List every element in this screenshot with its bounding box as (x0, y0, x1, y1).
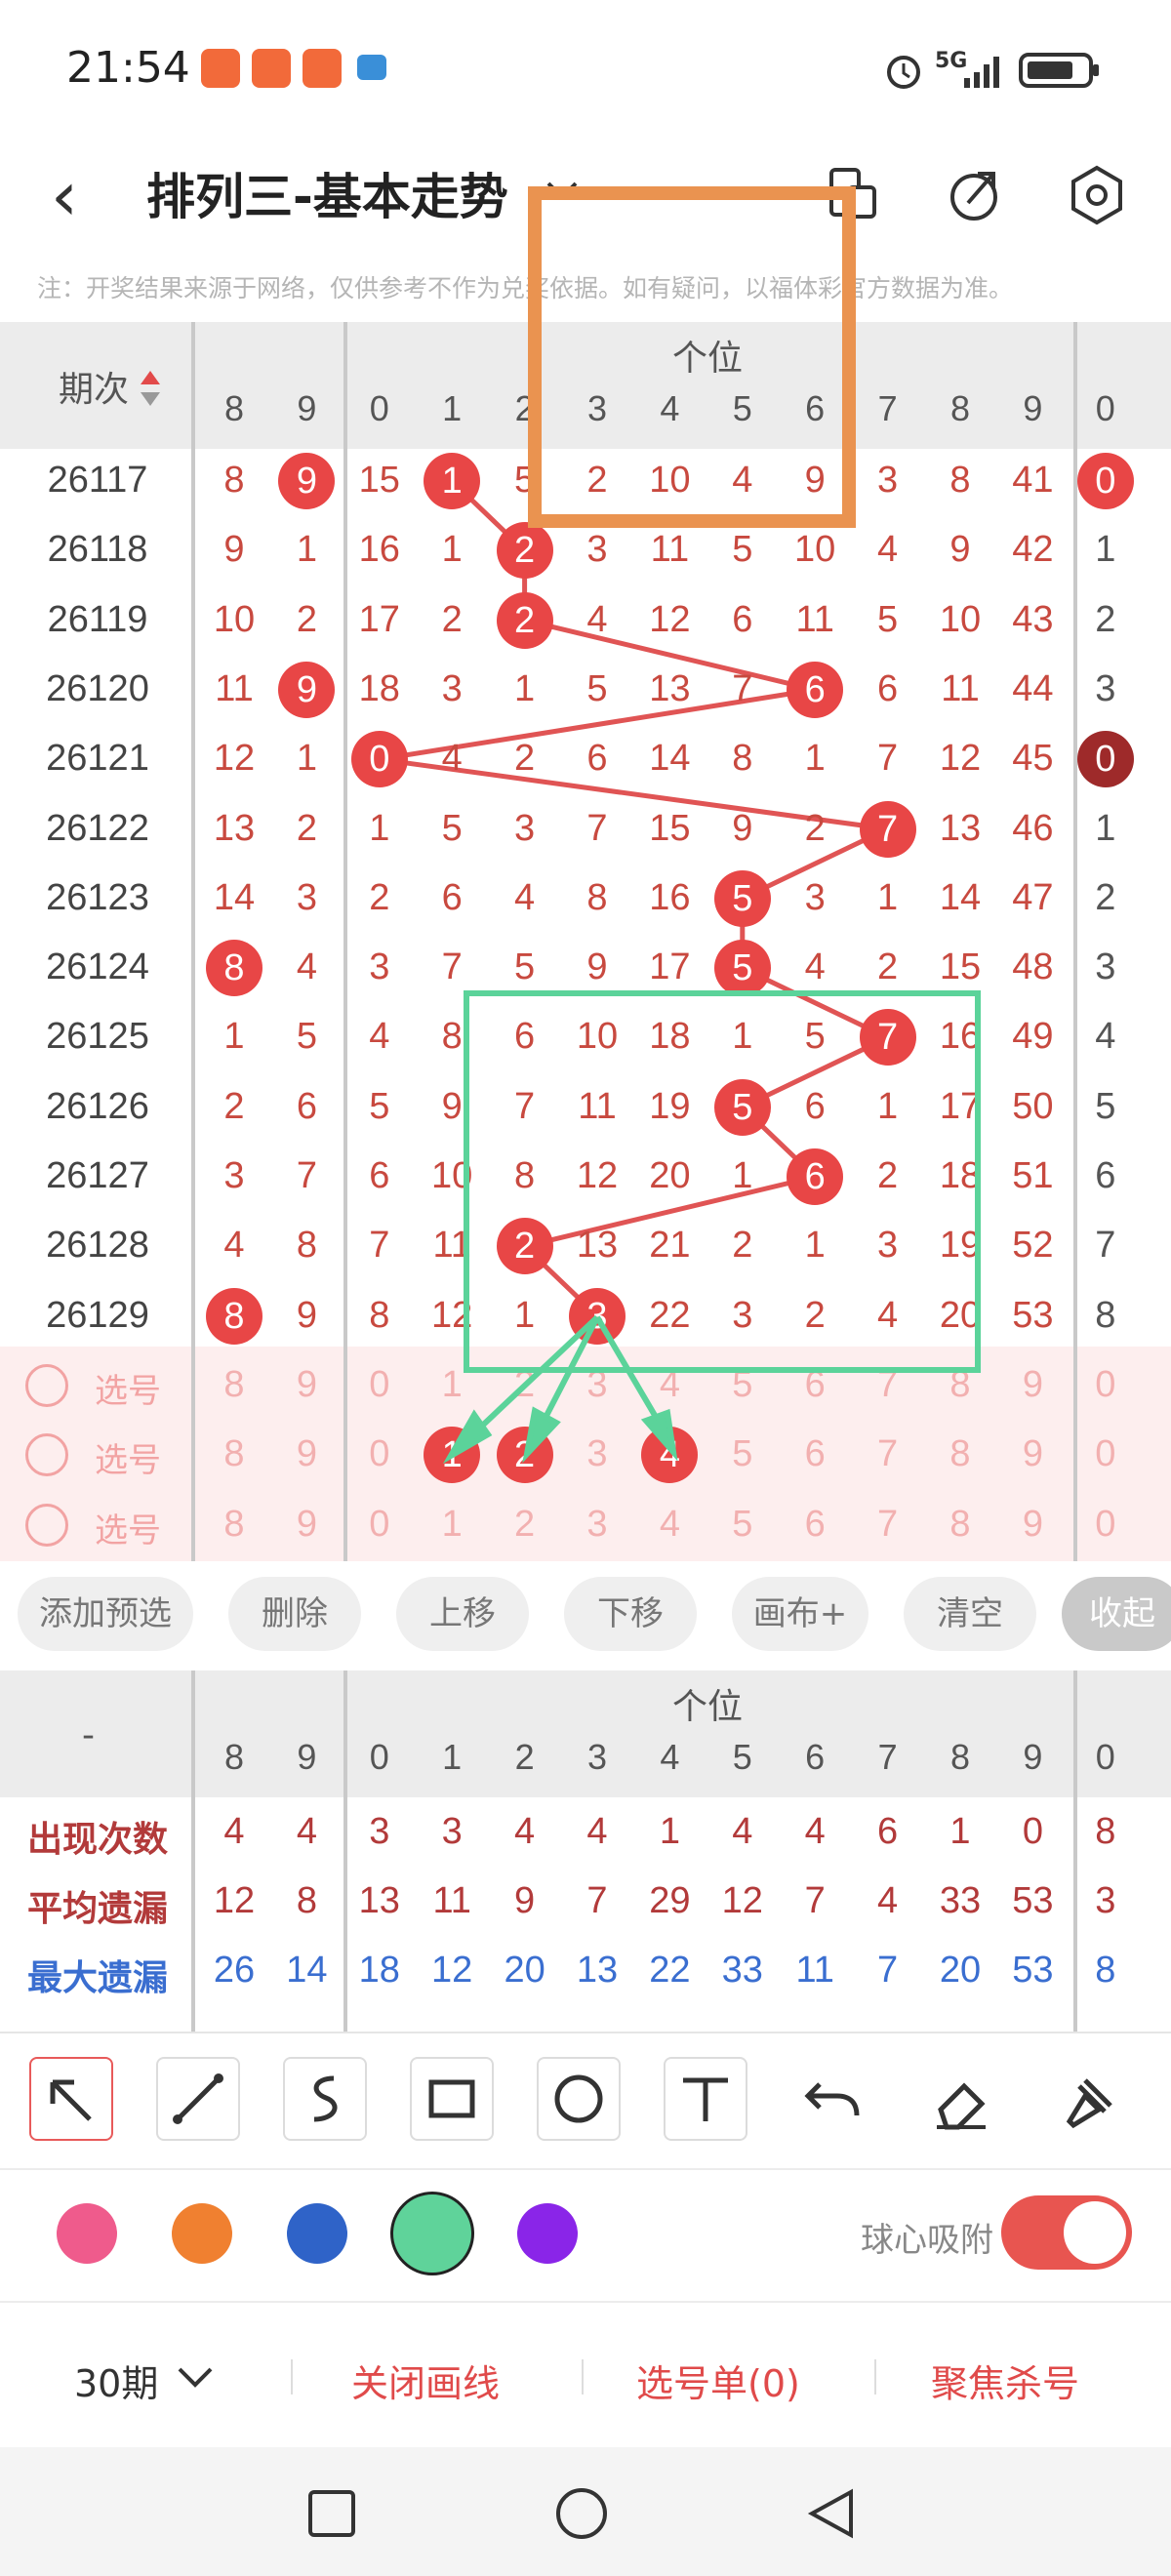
annotation-rectangle-orange (528, 186, 856, 528)
annotation-arrows (442, 1314, 678, 1465)
annotation-rectangle-green (464, 990, 981, 1373)
drawing-overlay (442, 186, 981, 1465)
